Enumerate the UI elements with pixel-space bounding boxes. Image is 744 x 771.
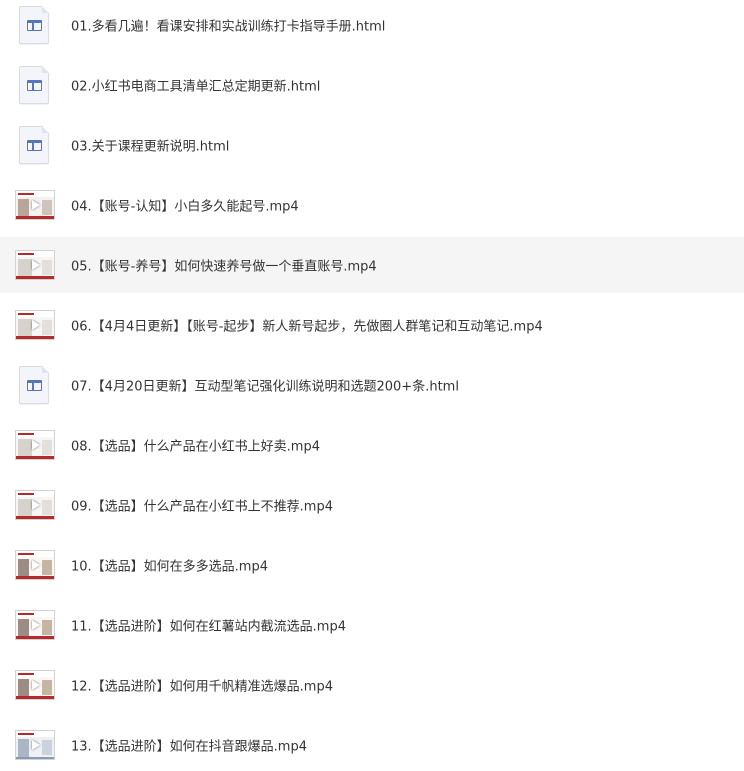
file-row-11[interactable]: 11.【选品进阶】如何在红薯站内截流选品.mp4 (0, 597, 744, 653)
file-row-04[interactable]: 04.【账号-认知】小白多久能起号.mp4 (0, 177, 744, 233)
file-name[interactable]: 12.【选品进阶】如何用千帆精准选爆品.mp4 (71, 676, 333, 695)
play-icon (32, 740, 40, 750)
video-thumbnail-icon (15, 430, 55, 460)
play-icon (32, 500, 40, 510)
file-name[interactable]: 09.【选品】什么产品在小红书上不推荐.mp4 (71, 496, 333, 515)
file-list: 01.多看几遍！看课安排和实战训练打卡指导手册.html 02.小红书电商工具清… (0, 0, 744, 771)
file-row-10[interactable]: 10.【选品】如何在多多选品.mp4 (0, 537, 744, 593)
video-thumbnail-icon (15, 610, 55, 640)
play-icon (32, 260, 40, 270)
file-row-09[interactable]: 09.【选品】什么产品在小红书上不推荐.mp4 (0, 477, 744, 533)
file-row-13[interactable]: 13.【选品进阶】如何在抖音跟爆品.mp4 (0, 717, 744, 771)
play-icon (32, 320, 40, 330)
file-row-12[interactable]: 12.【选品进阶】如何用千帆精准选爆品.mp4 (0, 657, 744, 713)
video-thumbnail-icon (15, 730, 55, 760)
play-icon (32, 680, 40, 690)
file-name[interactable]: 10.【选品】如何在多多选品.mp4 (71, 556, 268, 575)
file-name[interactable]: 08.【选品】什么产品在小红书上好卖.mp4 (71, 436, 320, 455)
file-name[interactable]: 11.【选品进阶】如何在红薯站内截流选品.mp4 (71, 616, 346, 635)
video-thumbnail-icon (15, 310, 55, 340)
file-row-01[interactable]: 01.多看几遍！看课安排和实战训练打卡指导手册.html (0, 0, 744, 53)
file-row-05[interactable]: 05.【账号-养号】如何快速养号做一个垂直账号.mp4 (0, 237, 744, 293)
html-file-icon (19, 126, 49, 164)
video-thumbnail-icon (15, 490, 55, 520)
play-icon (32, 620, 40, 630)
file-name[interactable]: 02.小红书电商工具清单汇总定期更新.html (71, 76, 320, 95)
file-name[interactable]: 03.关于课程更新说明.html (71, 136, 229, 155)
video-thumbnail-icon (15, 250, 55, 280)
file-row-06[interactable]: 06.【4月4日更新】【账号-起步】新人新号起步，先做圈人群笔记和互动笔记.mp… (0, 297, 744, 353)
file-row-03[interactable]: 03.关于课程更新说明.html (0, 117, 744, 173)
play-icon (32, 200, 40, 210)
file-name[interactable]: 13.【选品进阶】如何在抖音跟爆品.mp4 (71, 736, 307, 755)
play-icon (32, 440, 40, 450)
file-name[interactable]: 06.【4月4日更新】【账号-起步】新人新号起步，先做圈人群笔记和互动笔记.mp… (71, 316, 543, 335)
file-name[interactable]: 05.【账号-养号】如何快速养号做一个垂直账号.mp4 (71, 256, 377, 275)
file-name[interactable]: 07.【4月20日更新】互动型笔记强化训练说明和选题200+条.html (71, 376, 459, 395)
file-row-02[interactable]: 02.小红书电商工具清单汇总定期更新.html (0, 57, 744, 113)
video-thumbnail-icon (15, 190, 55, 220)
video-thumbnail-icon (15, 670, 55, 700)
html-file-icon (19, 366, 49, 404)
html-file-icon (19, 66, 49, 104)
play-icon (32, 560, 40, 570)
file-name[interactable]: 01.多看几遍！看课安排和实战训练打卡指导手册.html (71, 16, 385, 35)
file-row-07[interactable]: 07.【4月20日更新】互动型笔记强化训练说明和选题200+条.html (0, 357, 744, 413)
file-name[interactable]: 04.【账号-认知】小白多久能起号.mp4 (71, 196, 299, 215)
file-row-08[interactable]: 08.【选品】什么产品在小红书上好卖.mp4 (0, 417, 744, 473)
html-file-icon (19, 6, 49, 44)
video-thumbnail-icon (15, 550, 55, 580)
